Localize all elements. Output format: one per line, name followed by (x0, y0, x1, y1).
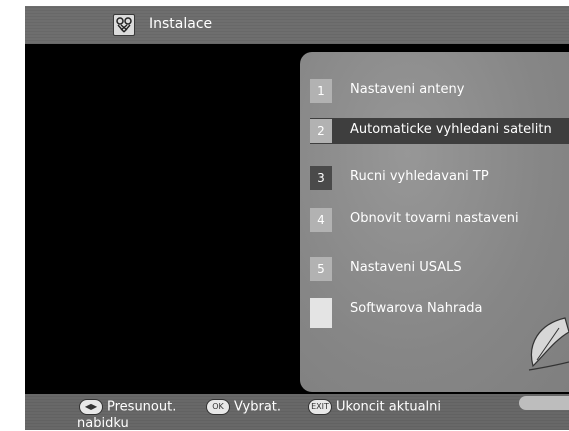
ok-button-icon: OK (206, 399, 230, 415)
exit-hint: EXIT Ukoncit aktualni (308, 399, 441, 415)
footer-hint-bar: ◀▶ Presunout. OK Vybrat. EXIT Ukoncit aktua… (25, 394, 569, 431)
menu-item-label: Obnovit tovarni nastaveni (350, 211, 519, 226)
menu-item-antenna-settings[interactable]: 1 Nastaveni anteny (310, 78, 569, 104)
satellite-dish-base (519, 396, 569, 410)
menu-item-number: 1 (310, 79, 332, 103)
satellite-dish-icon (528, 317, 569, 371)
page-title: Instalace (149, 16, 213, 32)
select-hint: OK Vybrat. (206, 399, 281, 415)
menu-item-auto-satellite-search[interactable]: 2 Automaticke vyhledani satelitn (310, 118, 569, 144)
select-hint-label: Vybrat. (234, 399, 282, 415)
title-bar: Instalace (25, 6, 569, 44)
installation-menu: 1 Nastaveni anteny 2 Automaticke vyhleda… (300, 52, 569, 392)
menu-item-number (310, 298, 332, 328)
menu-item-number: 4 (310, 208, 332, 232)
exit-hint-label: Ukoncit aktualni (336, 399, 442, 415)
menu-item-manual-tp-search[interactable]: 3 Rucni vyhledavani TP (310, 165, 569, 191)
move-hint-label: Presunout. (107, 399, 177, 415)
menu-item-label: Automaticke vyhledani satelitn (350, 122, 552, 137)
menu-item-number: 2 (310, 119, 332, 143)
menu-item-usals-settings[interactable]: 5 Nastaveni USALS (310, 256, 569, 282)
menu-item-label: Rucni vyhledavani TP (350, 169, 489, 184)
move-hint: ◀▶ Presunout. (79, 399, 176, 415)
tools-icon (113, 14, 135, 36)
menu-item-number: 3 (310, 166, 332, 190)
exit-hint-line2: nabidku (77, 416, 129, 431)
menu-item-number: 5 (310, 257, 332, 281)
menu-item-factory-reset[interactable]: 4 Obnovit tovarni nastaveni (310, 207, 569, 233)
menu-item-label: Nastaveni USALS (350, 260, 462, 275)
exit-button-icon: EXIT (308, 399, 332, 415)
arrows-icon: ◀▶ (79, 399, 103, 415)
menu-item-label: Softwarova Nahrada (350, 301, 483, 316)
menu-item-label: Nastaveni anteny (350, 82, 465, 97)
